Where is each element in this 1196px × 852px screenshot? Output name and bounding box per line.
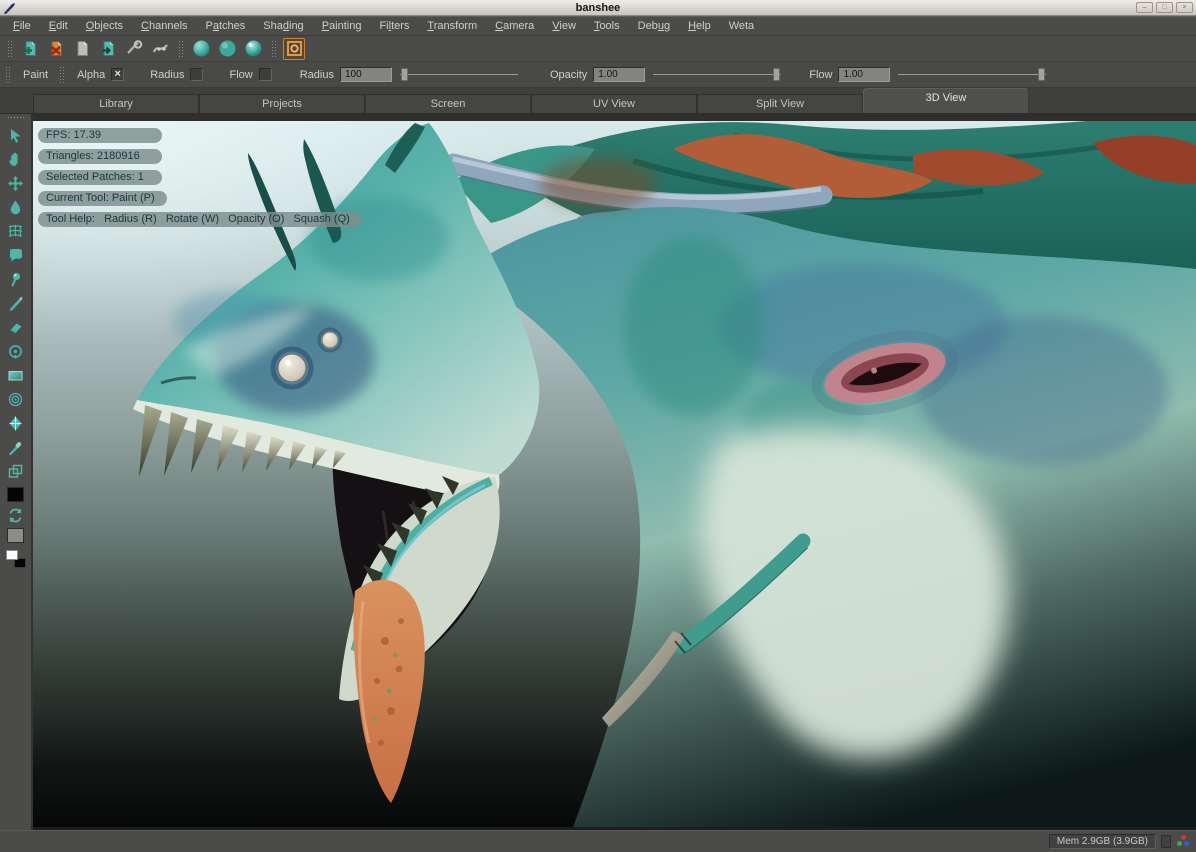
radius-slider-handle[interactable] bbox=[401, 68, 408, 81]
alpha-label: Alpha bbox=[77, 69, 105, 81]
hud-triangles: Triangles: 2180916 bbox=[38, 149, 162, 164]
menu-painting[interactable]: Painting bbox=[313, 17, 371, 35]
projection-box-icon[interactable] bbox=[283, 38, 305, 60]
background-color-swatch[interactable] bbox=[7, 528, 24, 543]
tab-uv-view[interactable]: UV View bbox=[531, 94, 697, 113]
hud-selected-patches: Selected Patches: 1 bbox=[38, 170, 162, 185]
radius-toggle-checkbox[interactable] bbox=[190, 68, 203, 81]
radius-input[interactable]: 100 bbox=[340, 67, 392, 82]
toolbar-group-handle[interactable] bbox=[178, 40, 183, 58]
opacity-slider-handle[interactable] bbox=[773, 68, 780, 81]
opacity-input[interactable]: 1.00 bbox=[593, 67, 645, 82]
menu-patches[interactable]: Patches bbox=[197, 17, 255, 35]
radius-label: Radius bbox=[300, 69, 334, 81]
menu-view[interactable]: View bbox=[543, 17, 585, 35]
copy-squares-icon[interactable] bbox=[3, 459, 29, 483]
menu-help[interactable]: Help bbox=[679, 17, 720, 35]
shaded-sphere-icon[interactable] bbox=[190, 38, 212, 60]
menu-weta[interactable]: Weta bbox=[720, 17, 763, 35]
flow-input[interactable]: 1.00 bbox=[838, 67, 890, 82]
radius-toggle-label: Radius bbox=[150, 69, 184, 81]
menu-edit[interactable]: Edit bbox=[40, 17, 77, 35]
tab-3d-view[interactable]: 3D View bbox=[863, 88, 1029, 113]
status-bar: Mem 2.9GB (3.9GB) bbox=[0, 830, 1196, 852]
tab-library[interactable]: Library bbox=[33, 94, 199, 113]
pin-icon[interactable] bbox=[3, 267, 29, 291]
menu-channels[interactable]: Channels bbox=[132, 17, 197, 35]
tool-palette bbox=[0, 114, 33, 830]
menu-bar: File Edit Objects Channels Patches Shadi… bbox=[0, 16, 1196, 36]
target-circles-icon[interactable] bbox=[3, 387, 29, 411]
gem-icon[interactable] bbox=[3, 411, 29, 435]
mesh-grid-icon[interactable] bbox=[3, 219, 29, 243]
droplet-icon[interactable] bbox=[3, 195, 29, 219]
tab-split-view[interactable]: Split View bbox=[697, 94, 863, 113]
menu-transform[interactable]: Transform bbox=[418, 17, 486, 35]
viewport-hud: FPS: 17.39 Triangles: 2180916 Selected P… bbox=[38, 128, 362, 233]
flow-slider[interactable] bbox=[898, 67, 1046, 82]
move-arrows-icon[interactable] bbox=[3, 171, 29, 195]
flat-sphere-icon[interactable] bbox=[216, 38, 238, 60]
circle-dot-icon[interactable] bbox=[3, 339, 29, 363]
main-toolbar bbox=[0, 36, 1196, 62]
rgb-channels-icon[interactable] bbox=[1176, 835, 1190, 849]
eyedropper-icon[interactable] bbox=[3, 435, 29, 459]
tab-screen[interactable]: Screen bbox=[365, 94, 531, 113]
blank-document-icon[interactable] bbox=[71, 38, 93, 60]
window-title: banshee bbox=[0, 2, 1196, 14]
curve-path-icon[interactable] bbox=[149, 38, 171, 60]
paint-options-bar: Paint Alpha × Radius Flow Radius 100 Opa… bbox=[0, 62, 1196, 88]
view-tab-bar: Library Projects Screen UV View Split Vi… bbox=[0, 88, 1196, 114]
status-spacer-box bbox=[1161, 835, 1171, 848]
swap-colors-icon[interactable] bbox=[3, 506, 29, 524]
default-colors-icon[interactable] bbox=[6, 550, 26, 568]
close-document-icon[interactable] bbox=[45, 38, 67, 60]
eraser-icon[interactable] bbox=[3, 315, 29, 339]
pin-path-icon[interactable] bbox=[123, 38, 145, 60]
paintbar-handle[interactable] bbox=[59, 66, 64, 84]
viewport-3d[interactable]: FPS: 17.39 Triangles: 2180916 Selected P… bbox=[33, 114, 1196, 830]
menu-debug[interactable]: Debug bbox=[629, 17, 679, 35]
flow-toggle-label: Flow bbox=[229, 69, 252, 81]
hud-fps: FPS: 17.39 bbox=[38, 128, 162, 143]
flow-toggle-checkbox[interactable] bbox=[259, 68, 272, 81]
menu-objects[interactable]: Objects bbox=[77, 17, 132, 35]
menu-tools[interactable]: Tools bbox=[585, 17, 629, 35]
radius-slider[interactable] bbox=[400, 67, 518, 82]
close-button[interactable]: × bbox=[1176, 2, 1193, 13]
toolbar-group-handle[interactable] bbox=[271, 40, 276, 58]
flow-slider-handle[interactable] bbox=[1038, 68, 1045, 81]
hud-tool-help: Tool Help: Radius (R) Rotate (W) Opacity… bbox=[38, 212, 362, 227]
current-tool-label: Paint bbox=[23, 69, 48, 81]
tab-projects[interactable]: Projects bbox=[199, 94, 365, 113]
pencil-icon[interactable] bbox=[3, 291, 29, 315]
import-document-icon[interactable] bbox=[97, 38, 119, 60]
hud-current-tool: Current Tool: Paint (P) bbox=[38, 191, 167, 206]
blob-brush-icon[interactable] bbox=[3, 243, 29, 267]
cursor-icon[interactable] bbox=[3, 123, 29, 147]
alpha-checkbox[interactable]: × bbox=[111, 68, 124, 81]
toolbar-group-handle[interactable] bbox=[7, 40, 12, 58]
textured-sphere-icon[interactable] bbox=[242, 38, 264, 60]
foreground-color-swatch[interactable] bbox=[7, 487, 24, 502]
title-bar: banshee – □ × bbox=[0, 0, 1196, 16]
menu-camera[interactable]: Camera bbox=[486, 17, 543, 35]
maximize-button[interactable]: □ bbox=[1156, 2, 1173, 13]
opacity-label: Opacity bbox=[550, 69, 587, 81]
minimize-button[interactable]: – bbox=[1136, 2, 1153, 13]
hand-icon[interactable] bbox=[3, 147, 29, 171]
menu-file[interactable]: File bbox=[4, 17, 40, 35]
menu-filters[interactable]: Filters bbox=[370, 17, 418, 35]
memory-usage: Mem 2.9GB (3.9GB) bbox=[1049, 834, 1156, 849]
paintbar-handle[interactable] bbox=[5, 66, 10, 84]
marquee-rect-icon[interactable] bbox=[3, 363, 29, 387]
palette-handle[interactable] bbox=[7, 116, 25, 120]
opacity-slider[interactable] bbox=[653, 67, 781, 82]
new-document-icon[interactable] bbox=[19, 38, 41, 60]
flow-label: Flow bbox=[809, 69, 832, 81]
menu-shading[interactable]: Shading bbox=[254, 17, 312, 35]
